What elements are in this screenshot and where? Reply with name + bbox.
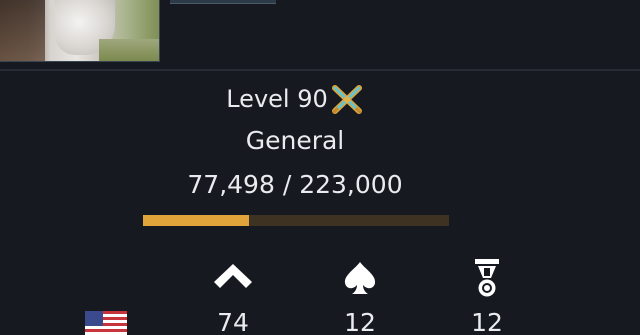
player-avatar[interactable] xyxy=(0,0,160,62)
stat-value-spade: 12 xyxy=(344,308,376,335)
us-flag xyxy=(85,311,127,335)
xp-progress-fill xyxy=(143,215,250,226)
xp-separator: / xyxy=(282,170,292,199)
xp-total: 223,000 xyxy=(299,170,403,199)
medal-icon xyxy=(475,259,499,297)
crossed-swords-rank-icon xyxy=(331,85,362,115)
xp-progress-text: 77,498 / 223,000 xyxy=(0,170,590,199)
player-profile-panel: Level 90 General 77,498 / 223,000 74 12 xyxy=(0,0,640,335)
spade-icon xyxy=(344,262,376,294)
xp-current: 77,498 xyxy=(187,170,275,199)
rank-title: General xyxy=(245,126,345,155)
level-label: Level 90 xyxy=(226,85,328,113)
stat-value-chevron: 74 xyxy=(217,308,249,335)
stat-value-medal: 12 xyxy=(471,308,503,335)
top-tab-edge xyxy=(170,0,276,4)
level-row: Level 90 xyxy=(0,82,590,116)
section-divider xyxy=(0,69,640,71)
xp-progress-bar xyxy=(143,215,449,226)
chevron-up-icon xyxy=(214,264,252,288)
